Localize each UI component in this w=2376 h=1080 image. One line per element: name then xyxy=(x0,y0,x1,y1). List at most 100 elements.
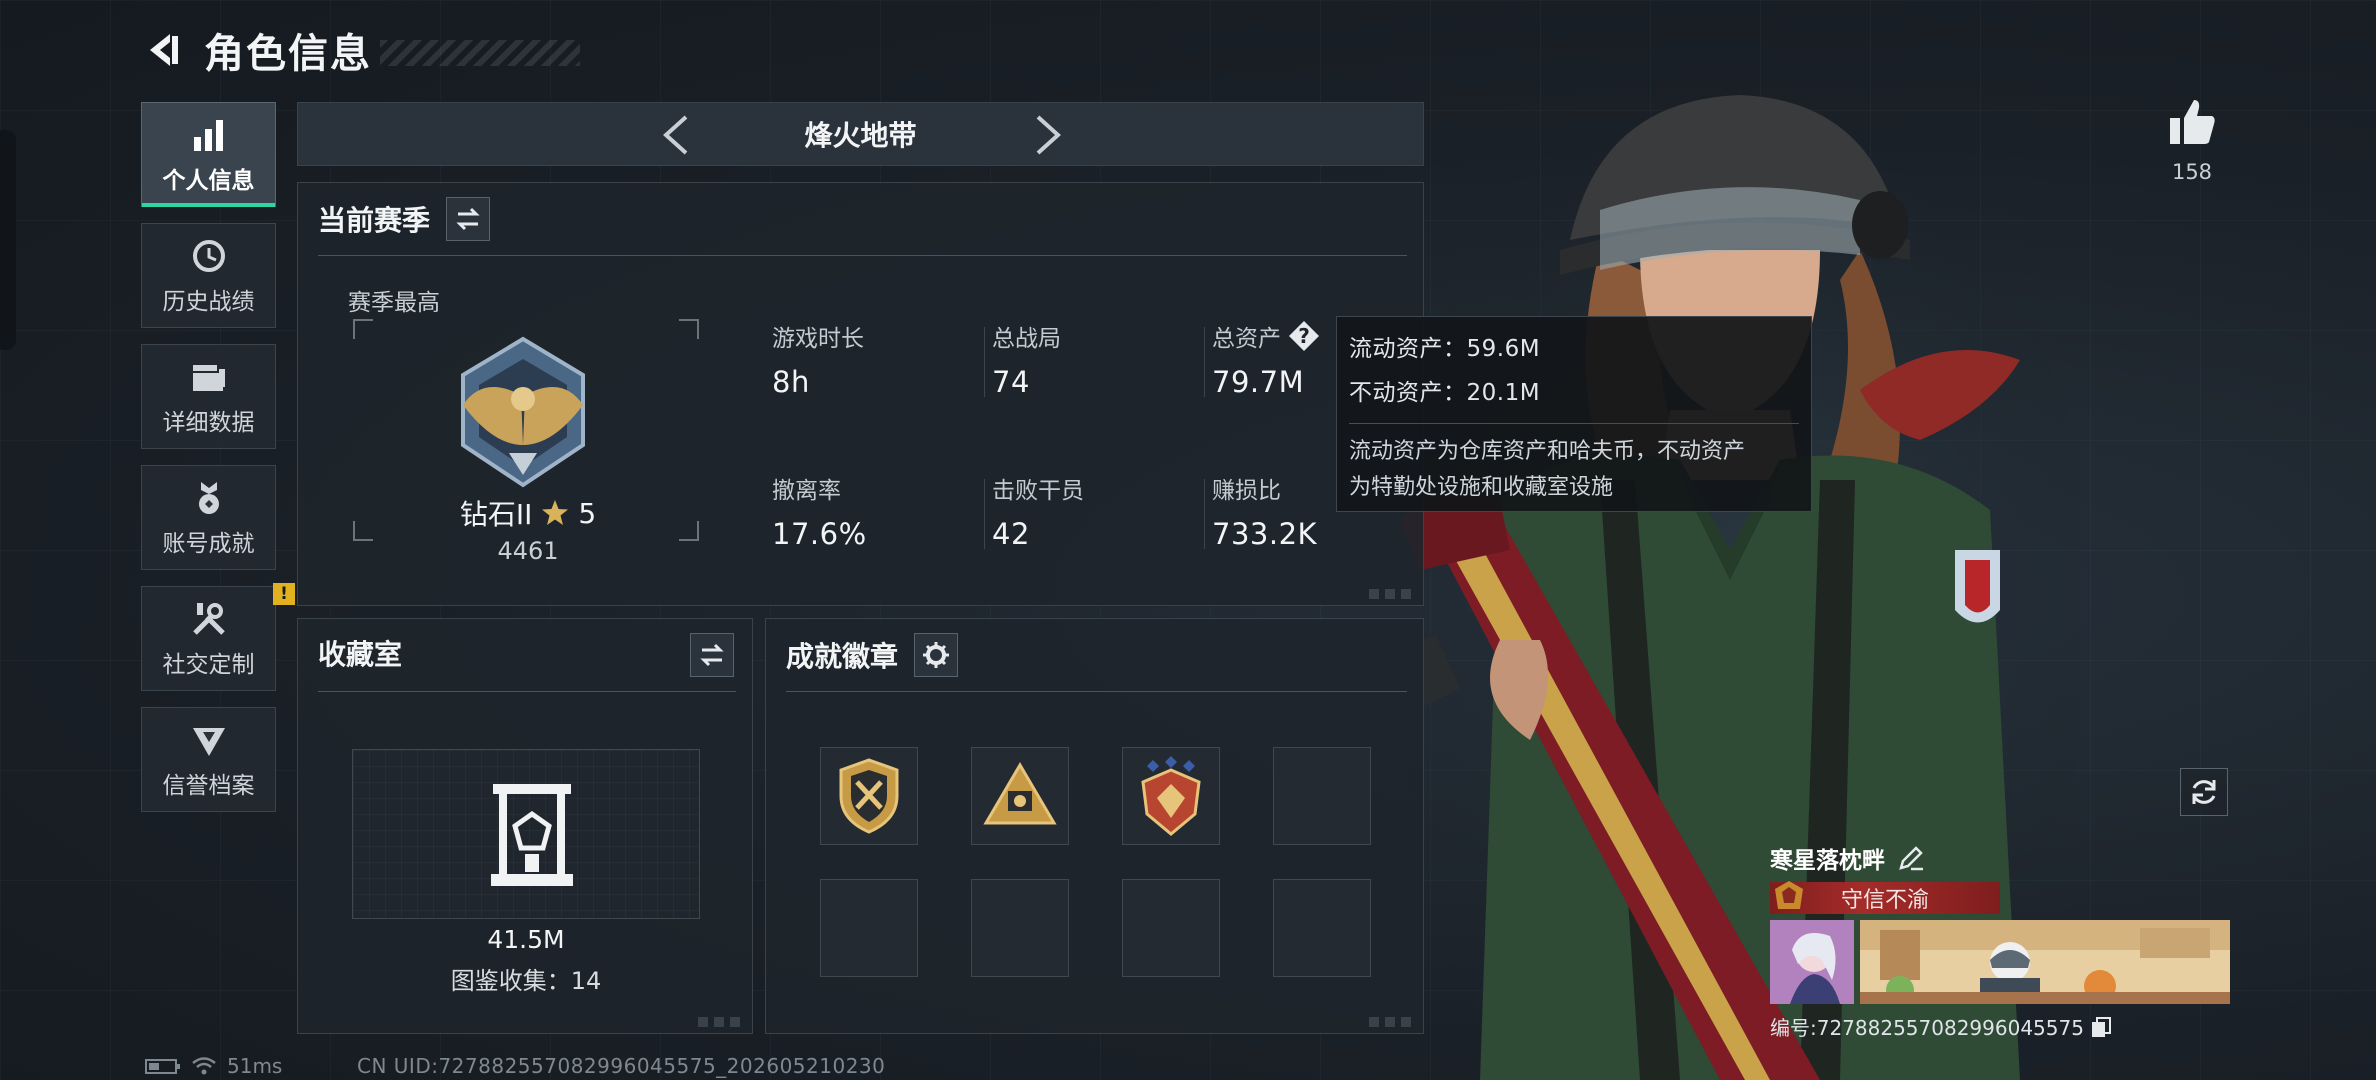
sidebar-item-details[interactable]: 详细数据 xyxy=(141,344,276,449)
tooltip-description-line1: 流动资产为仓库资产和哈夫币，不动资产 xyxy=(1349,439,1746,464)
player-cards xyxy=(1770,920,2230,1004)
badges-panel: 成就徽章 xyxy=(765,618,1424,1034)
player-avatar[interactable] xyxy=(1770,920,1854,1004)
rank-name-row: 钻石II 5 xyxy=(378,493,678,533)
achievement-badge-slot-empty[interactable] xyxy=(820,879,918,977)
sidebar-item-social[interactable]: ! 社交定制 xyxy=(141,583,295,691)
rank-stars: 5 xyxy=(578,496,597,530)
badges-settings-button[interactable] xyxy=(914,633,959,677)
help-icon[interactable]: ? xyxy=(1287,319,1321,353)
title-decoration xyxy=(380,40,580,66)
tools-shield-badge-icon xyxy=(839,758,899,834)
sidebar-item-history[interactable]: 历史战绩 xyxy=(141,223,276,328)
stat-profit-ratio: 赚损比 733.2K xyxy=(1212,471,1317,551)
rank-score: 4461 xyxy=(497,537,559,565)
sidebar-item-label: 详细数据 xyxy=(162,409,255,436)
achievement-badge-slot[interactable] xyxy=(1122,747,1220,845)
stat-label: 游戏时长 xyxy=(772,326,864,352)
sidebar-item-personal-info[interactable]: 个人信息 xyxy=(141,102,276,207)
page-title: 角色信息 xyxy=(204,31,372,77)
collection-panel: 收藏室 41.5M 图鉴收集：14 xyxy=(297,618,753,1034)
sidebar: 个人信息 历史战绩 详细数据 账号成就 ! 社交定制 信誉档案 xyxy=(141,102,295,828)
divider xyxy=(1349,423,1799,424)
player-name-card-banner[interactable] xyxy=(1860,920,2230,1004)
season-header: 当前赛季 xyxy=(318,197,491,241)
collection-switch-button[interactable] xyxy=(690,633,734,677)
stat-value: 733.2K xyxy=(1212,517,1318,551)
achievement-badge-slot-empty[interactable] xyxy=(971,879,1069,977)
divider xyxy=(318,255,1407,256)
sidebar-item-label: 社交定制 xyxy=(162,651,255,678)
assets-tooltip: 流动资产：59.6M 不动资产：20.1M 流动资产为仓库资产和哈夫币，不动资产… xyxy=(1336,316,1812,512)
copy-icon[interactable] xyxy=(2090,1016,2112,1038)
collection-showcase[interactable] xyxy=(352,749,700,919)
divider xyxy=(984,479,985,549)
diamond-rank-emblem-icon xyxy=(461,336,585,488)
stat-play-time: 游戏时长 8h xyxy=(772,319,864,399)
badges-header: 成就徽章 xyxy=(786,633,959,677)
bar-chart-icon xyxy=(193,119,223,151)
player-title: 守信不渝 xyxy=(1840,888,1929,913)
display-case-icon xyxy=(491,784,573,886)
tooltip-liquid-assets: 流动资产：59.6M xyxy=(1349,336,1541,362)
badges-title: 成就徽章 xyxy=(786,640,899,673)
thumbs-up-icon xyxy=(2170,100,2215,144)
achievement-badge-slot-empty[interactable] xyxy=(1273,747,1371,845)
sidebar-item-label: 信誉档案 xyxy=(162,772,255,799)
swap-arrows-icon xyxy=(456,207,480,231)
rank-name: 钻石II xyxy=(459,498,533,531)
stat-label-row: 总资产 ? xyxy=(1212,319,1321,353)
player-name: 寒星落枕畔 xyxy=(1770,848,1885,874)
player-title-banner[interactable]: 守信不渝 xyxy=(1770,881,2000,914)
collection-value: 41.5M xyxy=(487,925,565,954)
season-best-label: 赛季最高 xyxy=(348,290,440,316)
sidebar-item-label: 账号成就 xyxy=(162,530,255,557)
player-id-row: 编号:727882557082996045575 xyxy=(1770,1012,2230,1041)
next-mode-arrow-icon[interactable] xyxy=(1022,111,1070,159)
collection-header: 收藏室 xyxy=(318,633,402,673)
corner-decoration xyxy=(1369,589,1415,599)
edit-pencil-icon[interactable] xyxy=(1897,844,1925,872)
stat-extract-rate: 撤离率 17.6% xyxy=(772,471,867,551)
ping-value: 51ms xyxy=(227,1054,283,1078)
notification-badge: ! xyxy=(273,583,295,605)
svg-text:?: ? xyxy=(1298,324,1310,348)
stat-total-assets: 总资产 ? 79.7M xyxy=(1212,319,1321,399)
stat-value: 17.6% xyxy=(772,517,867,551)
like-widget[interactable]: 158 xyxy=(2162,96,2222,184)
rotate-character-button[interactable] xyxy=(2180,768,2228,816)
stat-value: 74 xyxy=(992,365,1030,399)
mode-selector: 烽火地带 xyxy=(297,102,1424,166)
collection-count: 图鉴收集：14 xyxy=(450,967,602,995)
sidebar-item-achievements[interactable]: 账号成就 xyxy=(141,465,276,570)
gear-icon xyxy=(923,642,950,668)
player-id: 编号:727882557082996045575 xyxy=(1770,1016,2084,1040)
divider xyxy=(1204,479,1205,549)
wifi-icon xyxy=(192,1057,216,1075)
collection-title: 收藏室 xyxy=(318,638,403,671)
status-bar: 51ms xyxy=(145,1052,282,1080)
back-arrow-icon[interactable] xyxy=(140,28,184,72)
stat-label: 撤离率 xyxy=(772,478,841,504)
prev-mode-arrow-icon[interactable] xyxy=(654,111,702,159)
battery-icon xyxy=(145,1059,180,1074)
corner-decoration xyxy=(1369,1017,1415,1027)
stat-value: 8h xyxy=(772,365,810,399)
stars-shield-badge-icon xyxy=(1141,756,1201,836)
achievement-badge-slot[interactable] xyxy=(820,747,918,845)
achievement-badge-slot-empty[interactable] xyxy=(1273,879,1371,977)
history-clock-icon xyxy=(192,239,225,272)
sidebar-item-label: 历史战绩 xyxy=(162,288,255,315)
achievement-badge-slot-empty[interactable] xyxy=(1122,879,1220,977)
wrench-tools-icon xyxy=(192,602,225,635)
star-icon xyxy=(542,500,569,525)
sidebar-item-credit[interactable]: 信誉档案 xyxy=(141,707,276,812)
sidebar-item-label: 个人信息 xyxy=(162,167,255,194)
season-panel: 当前赛季 赛季最高 钻石II 5 4461 游戏时长 8h 总战局 74 总资产… xyxy=(297,182,1424,606)
season-switch-button[interactable] xyxy=(446,197,491,241)
stat-value: 42 xyxy=(992,517,1030,551)
achievement-badge-slot[interactable] xyxy=(971,747,1069,845)
refresh-icon xyxy=(2192,780,2216,804)
stat-value: 79.7M xyxy=(1212,365,1305,399)
divider xyxy=(1204,327,1205,397)
